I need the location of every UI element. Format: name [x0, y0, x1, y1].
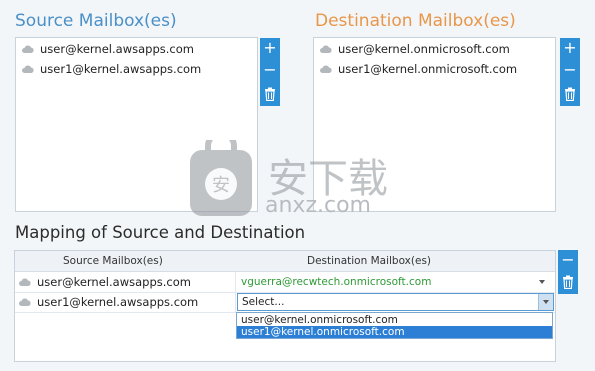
column-header-destination: Destination Mailbox(es) [307, 255, 432, 267]
watermark-text: anxz.com [265, 193, 371, 218]
chevron-down-icon [539, 280, 545, 284]
mapping-actions: − [558, 250, 578, 294]
list-item[interactable]: user1@kernel.onmicrosoft.com [320, 59, 517, 79]
column-divider [235, 292, 236, 312]
mapping-destination-value: vguerra@recwtech.onmicrosoft.com [241, 276, 432, 288]
trash-icon [264, 86, 276, 105]
destination-dropdown-list: user@kernel.onmicrosoft.com user1@kernel… [236, 312, 553, 339]
delete-mapping-button[interactable] [558, 272, 578, 292]
list-item-label: user@kernel.onmicrosoft.com [338, 42, 510, 56]
source-mailboxes-title: Source Mailbox(es) [15, 11, 177, 31]
mapping-destination-select[interactable]: Select... [237, 293, 554, 311]
mapping-destination-select[interactable]: vguerra@recwtech.onmicrosoft.com [237, 273, 551, 291]
table-row[interactable]: user@kernel.awsapps.com vguerra@recwtech… [15, 272, 555, 293]
svg-text:安: 安 [212, 175, 230, 196]
list-item-label: user@kernel.awsapps.com [40, 42, 194, 56]
dropdown-button[interactable] [538, 294, 553, 310]
cloud-icon [22, 45, 34, 53]
cloud-icon [19, 278, 31, 286]
mapping-header: Source Mailbox(es) Destination Mailbox(e… [15, 251, 555, 272]
select-placeholder: Select... [242, 296, 285, 308]
list-item[interactable]: user@kernel.onmicrosoft.com [320, 39, 510, 59]
cloud-icon [22, 65, 34, 73]
mapping-source-cell: user@kernel.awsapps.com [19, 272, 191, 292]
cloud-icon [19, 298, 31, 306]
mapping-source-label: user@kernel.awsapps.com [37, 275, 191, 289]
column-divider [235, 272, 236, 292]
chevron-down-icon [543, 300, 549, 304]
delete-destination-button[interactable] [560, 84, 580, 104]
destination-mailboxes-title: Destination Mailbox(es) [315, 11, 516, 31]
list-item[interactable]: user@kernel.awsapps.com [22, 39, 194, 59]
delete-source-button[interactable] [260, 84, 280, 104]
mapping-source-cell: user1@kernel.awsapps.com [19, 292, 198, 312]
remove-destination-button[interactable]: − [560, 60, 580, 80]
cloud-icon [320, 65, 332, 73]
source-actions: + − [260, 38, 280, 106]
list-item-label: user1@kernel.awsapps.com [40, 62, 202, 76]
trash-icon [564, 86, 576, 105]
add-destination-button[interactable]: + [560, 38, 580, 58]
dropdown-option-selected[interactable]: user1@kernel.onmicrosoft.com [237, 326, 552, 338]
dropdown-option[interactable]: user@kernel.onmicrosoft.com [237, 314, 552, 326]
remove-source-button[interactable]: − [260, 60, 280, 80]
add-source-button[interactable]: + [260, 38, 280, 58]
destination-actions: + − [560, 38, 580, 106]
list-item[interactable]: user1@kernel.awsapps.com [22, 59, 201, 79]
list-item-label: user1@kernel.onmicrosoft.com [338, 62, 518, 76]
trash-icon [562, 274, 574, 293]
mapping-grid: Source Mailbox(es) Destination Mailbox(e… [14, 250, 556, 362]
mapping-title: Mapping of Source and Destination [15, 223, 306, 242]
remove-mapping-button[interactable]: − [558, 250, 578, 270]
mapping-source-label: user1@kernel.awsapps.com [37, 295, 199, 309]
cloud-icon [320, 45, 332, 53]
table-row[interactable]: user1@kernel.awsapps.com Select... [15, 292, 555, 313]
column-header-source: Source Mailbox(es) [63, 255, 163, 267]
